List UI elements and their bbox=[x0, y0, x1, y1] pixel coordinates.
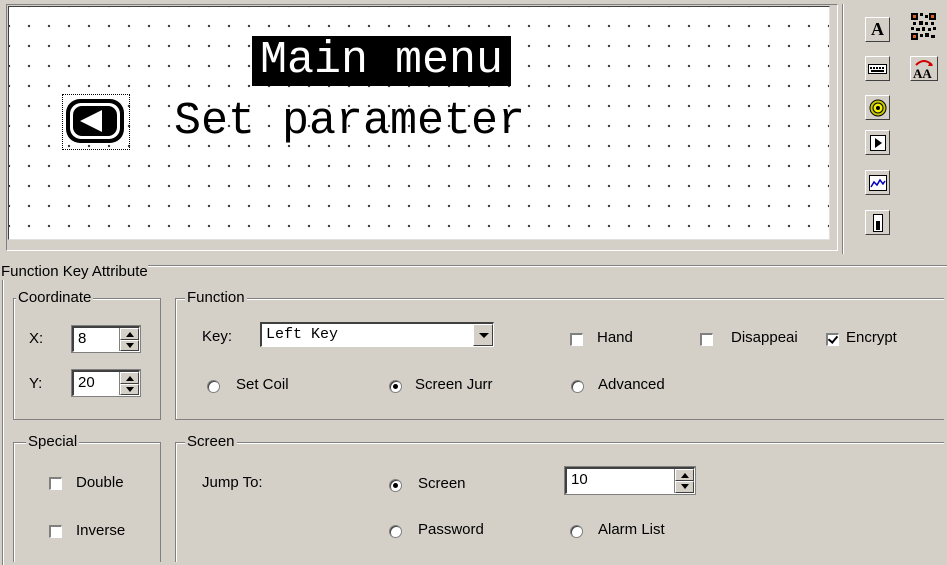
x-value[interactable]: 8 bbox=[78, 328, 86, 350]
set-coil-label[interactable]: Set Coil bbox=[236, 376, 289, 394]
set-coil-radio[interactable] bbox=[207, 380, 220, 393]
screen-up-button[interactable] bbox=[675, 469, 694, 481]
screen-preview[interactable]: Main menu Set parameter bbox=[8, 6, 830, 240]
screen-radio[interactable] bbox=[389, 479, 402, 492]
disappear-label[interactable]: Disappeai bbox=[731, 329, 798, 347]
screen-radio-label[interactable]: Screen bbox=[418, 475, 466, 493]
y-up-button[interactable] bbox=[120, 372, 139, 384]
inverse-label[interactable]: Inverse bbox=[76, 522, 125, 540]
alarm-list-label[interactable]: Alarm List bbox=[598, 521, 665, 539]
screen-number-stepper[interactable]: 10 bbox=[564, 466, 696, 495]
encrypt-label[interactable]: Encrypt bbox=[846, 329, 897, 347]
alarm-list-radio[interactable] bbox=[570, 525, 583, 538]
function-title: Function bbox=[185, 289, 247, 306]
screen-down-button[interactable] bbox=[675, 481, 694, 493]
screen-group bbox=[175, 442, 944, 562]
double-label[interactable]: Double bbox=[76, 474, 124, 492]
password-label[interactable]: Password bbox=[418, 521, 484, 539]
screen-number-value[interactable]: 10 bbox=[571, 469, 588, 491]
hand-label[interactable]: Hand bbox=[597, 329, 633, 347]
screen-jump-label[interactable]: Screen Jurr bbox=[415, 376, 519, 394]
svg-text:AA: AA bbox=[913, 66, 932, 80]
text-icon[interactable]: A bbox=[865, 17, 890, 42]
qr-code-icon[interactable] bbox=[908, 10, 938, 44]
x-label: X: bbox=[29, 330, 44, 347]
special-group bbox=[13, 442, 161, 562]
set-parameter-text[interactable]: Set parameter bbox=[174, 97, 525, 147]
y-label: Y: bbox=[29, 375, 43, 392]
function-group bbox=[175, 298, 944, 420]
key-label: Key: bbox=[202, 328, 233, 345]
function-key-attribute-title: Function Key Attribute bbox=[1, 263, 148, 280]
jump-to-label: Jump To: bbox=[202, 474, 263, 491]
keypad-icon[interactable] bbox=[865, 56, 890, 81]
screen-title: Screen bbox=[185, 433, 237, 450]
coordinate-title: Coordinate bbox=[16, 289, 94, 306]
function-key-icon[interactable] bbox=[865, 130, 890, 155]
key-select[interactable]: Left Key bbox=[260, 322, 494, 347]
hand-checkbox[interactable] bbox=[569, 332, 584, 347]
double-checkbox[interactable] bbox=[48, 476, 63, 491]
y-down-button[interactable] bbox=[120, 383, 139, 395]
x-up-button[interactable] bbox=[120, 328, 139, 340]
indicator-light-icon[interactable] bbox=[865, 95, 890, 120]
toolbar-separator bbox=[842, 4, 843, 254]
chevron-down-icon[interactable] bbox=[473, 324, 493, 346]
key-select-value[interactable]: Left Key bbox=[266, 325, 338, 345]
x-coordinate-stepper[interactable]: 8 bbox=[71, 325, 141, 353]
meter-icon[interactable] bbox=[865, 210, 890, 235]
disappear-checkbox[interactable] bbox=[699, 332, 714, 347]
menu-title-text[interactable]: Main menu bbox=[252, 36, 512, 86]
special-title: Special bbox=[26, 433, 80, 450]
advanced-label[interactable]: Advanced bbox=[598, 376, 665, 394]
coordinate-group bbox=[13, 298, 161, 420]
left-arrow-key-icon[interactable] bbox=[66, 99, 124, 143]
trend-chart-icon[interactable] bbox=[865, 170, 890, 195]
inverse-checkbox[interactable] bbox=[48, 524, 63, 539]
x-down-button[interactable] bbox=[120, 339, 139, 351]
y-value[interactable]: 20 bbox=[78, 372, 95, 394]
screen-jump-radio[interactable] bbox=[389, 380, 402, 393]
font-swap-icon[interactable]: AA bbox=[910, 56, 938, 81]
y-coordinate-stepper[interactable]: 20 bbox=[71, 369, 141, 397]
encrypt-checkbox[interactable] bbox=[825, 332, 840, 347]
password-radio[interactable] bbox=[389, 525, 402, 538]
advanced-radio[interactable] bbox=[571, 380, 584, 393]
